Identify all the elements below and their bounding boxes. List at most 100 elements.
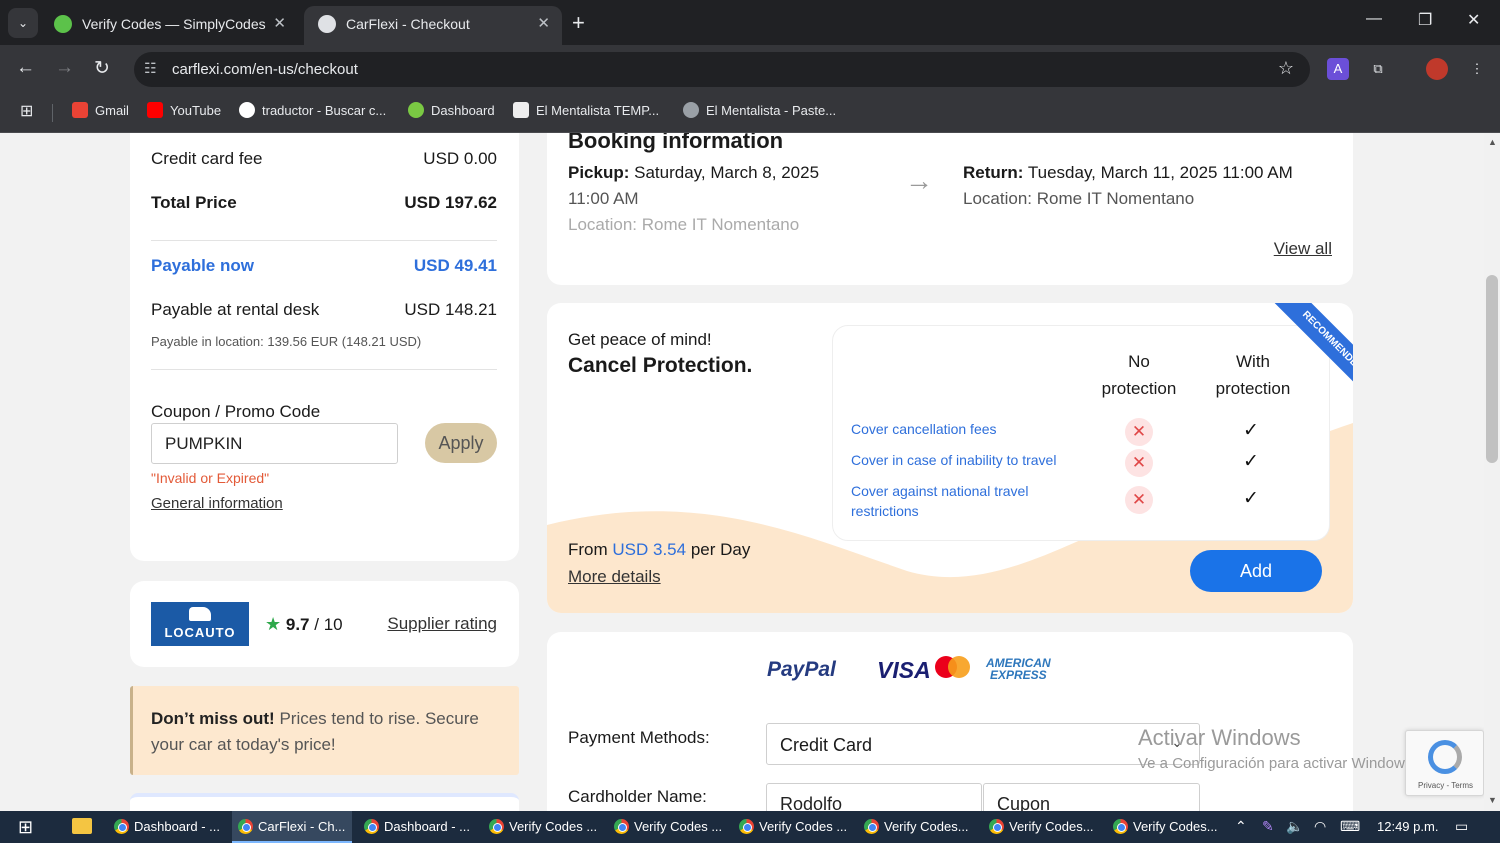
youtube-icon	[147, 102, 163, 118]
notification-icon[interactable]: ▭	[1455, 818, 1468, 835]
cancel-protection-card: Get peace of mind! Cancel Protection. No…	[547, 303, 1353, 613]
apps-grid-icon[interactable]: ⊞	[20, 101, 33, 121]
url-text[interactable]: carflexi.com/en-us/checkout	[172, 61, 358, 78]
payment-logos: PayPal VISA AMERICAN EXPRESS	[767, 654, 1067, 688]
bookmark-mentalista-temp[interactable]: El Mentalista TEMP...	[513, 102, 659, 118]
pickup-time: 11:00 AM	[568, 189, 639, 208]
taskbar-item[interactable]: Verify Codes...	[858, 811, 969, 843]
watermark-line-1: Activar Windows	[1138, 725, 1301, 750]
taskbar-item[interactable]: Verify Codes ...	[733, 811, 847, 843]
feature-inability-to-travel: Cover in case of inability to travel	[851, 452, 1057, 468]
start-icon[interactable]: ⊞	[18, 817, 33, 838]
booking-title: Booking information	[568, 133, 784, 153]
taskbar-item-label: Verify Codes ...	[509, 819, 598, 834]
credit-card-fee-row: Credit card fee USD 0.00	[151, 149, 497, 169]
pen-icon[interactable]: ✎	[1262, 818, 1274, 835]
minimize-icon[interactable]: —	[1366, 10, 1382, 28]
payment-methods-label: Payment Methods:	[568, 728, 710, 747]
extension-a-icon[interactable]: A	[1327, 58, 1349, 80]
taskbar-clock[interactable]: 12:49 p.m.	[1377, 819, 1438, 834]
recaptcha-badge[interactable]: Privacy - Terms	[1405, 730, 1484, 796]
taskbar-item[interactable]: Verify Codes...	[983, 811, 1094, 843]
bookmark-youtube[interactable]: YouTube	[147, 102, 221, 118]
file-explorer-icon[interactable]	[72, 818, 92, 834]
check-mark-icon: ✓	[1243, 488, 1259, 509]
chrome-icon	[739, 819, 754, 834]
bookmark-mentalista-paste[interactable]: El Mentalista - Paste...	[683, 102, 836, 118]
taskbar-item[interactable]: Dashboard - ...	[108, 811, 220, 843]
keyboard-icon[interactable]: ⌨	[1340, 818, 1360, 835]
taskbar-item[interactable]: Verify Codes ...	[483, 811, 597, 843]
pickup-label: Pickup:	[568, 163, 630, 182]
globe-icon	[683, 102, 699, 118]
total-price-value: USD 197.62	[404, 193, 497, 212]
close-tab-icon[interactable]: ✕	[537, 14, 550, 32]
coupon-input[interactable]	[151, 423, 398, 464]
back-icon[interactable]: ←	[16, 57, 35, 79]
bookmark-gmail[interactable]: Gmail	[72, 102, 129, 118]
bookmark-star-icon[interactable]: ☆	[1278, 58, 1294, 79]
close-tab-icon[interactable]: ✕	[273, 14, 286, 32]
chrome-icon	[238, 819, 253, 834]
return-date: Tuesday, March 11, 2025 11:00 AM	[1023, 163, 1293, 182]
apply-coupon-button[interactable]: Apply	[425, 423, 497, 463]
payable-desk-row: Payable at rental desk USD 148.21	[151, 300, 497, 320]
general-information-link[interactable]: General information	[151, 495, 283, 512]
page-scrollbar[interactable]: ▲ ▼	[1484, 133, 1500, 811]
taskbar-item-active[interactable]: CarFlexi - Ch...	[232, 811, 352, 843]
chrome-icon	[489, 819, 504, 834]
scroll-thumb[interactable]	[1486, 275, 1498, 463]
tab-carflexi-checkout[interactable]: CarFlexi - Checkout ✕	[304, 6, 562, 45]
amex-logo: AMERICAN EXPRESS	[986, 656, 1051, 682]
profile-avatar[interactable]	[1426, 58, 1448, 80]
restore-icon[interactable]: ❐	[1418, 10, 1432, 30]
more-details-link[interactable]: More details	[568, 567, 661, 587]
forward-icon[interactable]: →	[55, 57, 74, 79]
supplier-rating-link[interactable]: Supplier rating	[387, 614, 497, 634]
browser-toolbar: ← → ↻ ☷ carflexi.com/en-us/checkout ☆ A …	[0, 45, 1500, 92]
tab-search-button[interactable]: ⌄	[8, 8, 38, 38]
tab-verify-codes[interactable]: Verify Codes — SimplyCodes ✕	[40, 6, 298, 45]
extensions-puzzle-icon[interactable]: ⧉	[1367, 58, 1389, 80]
chrome-icon	[364, 819, 379, 834]
taskbar-item[interactable]: Verify Codes...	[1107, 811, 1218, 843]
scroll-down-icon[interactable]: ▼	[1488, 795, 1497, 805]
scroll-up-icon[interactable]: ▲	[1488, 137, 1497, 147]
visa-logo: VISA	[877, 657, 931, 683]
payable-location-note: Payable in location: 139.56 EUR (148.21 …	[151, 334, 422, 349]
protection-title: Cancel Protection.	[568, 354, 753, 377]
taskbar-item-label: Dashboard - ...	[384, 819, 470, 834]
address-bar[interactable]: ☷ carflexi.com/en-us/checkout ☆	[134, 52, 1310, 87]
payment-method-select[interactable]: Credit Card ⌄	[766, 723, 1200, 765]
taskbar-item[interactable]: Dashboard - ...	[358, 811, 470, 843]
close-window-icon[interactable]: ✕	[1467, 10, 1480, 30]
new-tab-icon[interactable]: +	[572, 10, 585, 36]
view-all-link[interactable]: View all	[1274, 239, 1332, 259]
protection-tagline: Get peace of mind!	[568, 330, 712, 349]
menu-kebab-icon[interactable]: ⋮	[1466, 58, 1488, 80]
add-protection-button[interactable]: Add	[1190, 550, 1322, 592]
paypal-logo: PayPal	[767, 658, 836, 681]
recaptcha-links[interactable]: Privacy - Terms	[1406, 781, 1484, 790]
reload-icon[interactable]: ↻	[94, 57, 110, 80]
bookmark-dashboard[interactable]: Dashboard	[408, 102, 495, 118]
site-info-icon[interactable]: ☷	[144, 60, 157, 77]
bookmark-traductor[interactable]: traductor - Buscar c...	[239, 102, 386, 118]
bookmark-label: traductor - Buscar c...	[262, 103, 387, 118]
volume-icon[interactable]: 🔈	[1286, 818, 1303, 835]
payable-now-row: Payable now USD 49.41	[151, 256, 497, 276]
last-name-input[interactable]	[983, 783, 1200, 811]
taskbar-item-label: Verify Codes...	[1133, 819, 1218, 834]
payment-card: PayPal VISA AMERICAN EXPRESS Payment Meth…	[547, 632, 1353, 811]
payment-method-value: Credit Card	[780, 735, 873, 755]
wifi-icon[interactable]: ◠	[1314, 818, 1326, 835]
taskbar-item[interactable]: Verify Codes ...	[608, 811, 722, 843]
chrome-icon	[614, 819, 629, 834]
bookmark-label: Gmail	[95, 103, 129, 118]
bookmark-label: Dashboard	[431, 103, 495, 118]
first-name-input[interactable]	[766, 783, 982, 811]
globe-favicon-icon	[318, 15, 336, 33]
chevron-up-icon[interactable]: ⌃	[1235, 818, 1247, 835]
per-day-label: per Day	[686, 540, 751, 559]
divider	[52, 104, 53, 122]
